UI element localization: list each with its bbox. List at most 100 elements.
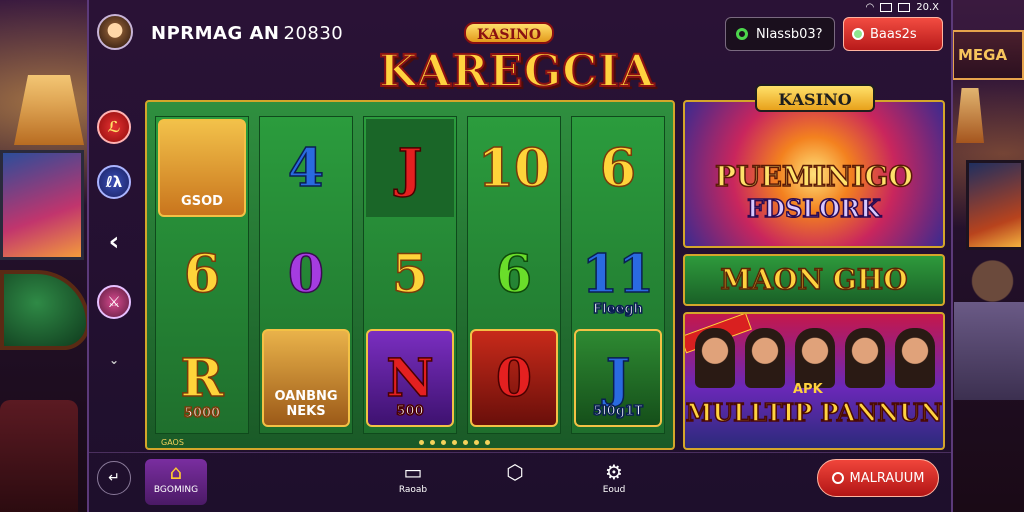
- status-pill[interactable]: Nlassb03?: [725, 17, 835, 51]
- promo-title: MULLTIP PANNUN: [685, 397, 943, 428]
- symbol-caption: GSOD: [181, 194, 223, 209]
- top-action-button[interactable]: Baas2s: [843, 17, 943, 51]
- symbol-caption: 5000: [183, 405, 221, 422]
- slot-machine-grid[interactable]: GSOD 6 R 5000 4 0 OANBNG NEKS J 5 N 500 …: [145, 100, 675, 450]
- reel-2: 4 0 OANBNG NEKS: [259, 116, 353, 434]
- bottom-nav: ↵ ⌂ BGOMING ▭ Raoab ⬡ ⚙ Eoud MALRAUUM: [89, 452, 951, 512]
- slot-symbol[interactable]: 4: [262, 119, 350, 217]
- nav-item-3[interactable]: ⬡: [484, 459, 546, 505]
- background-chair: [0, 400, 78, 512]
- game-logo: KASINO KAREGCIA: [378, 20, 656, 110]
- reel-3: J 5 N 500: [363, 116, 457, 434]
- grid-icon: [880, 2, 893, 12]
- logo-subtitle: KASINO: [464, 22, 554, 44]
- nav-item-2[interactable]: ▭ Raoab: [382, 459, 444, 505]
- nav-item-settings[interactable]: ⚙ Eoud: [583, 459, 645, 505]
- rail-button-1[interactable]: ℒ: [97, 110, 131, 144]
- back-chevron-icon[interactable]: ‹: [97, 225, 131, 259]
- slot-symbol[interactable]: 11 Fleegh: [574, 225, 662, 323]
- hexagon-icon: ⬡: [506, 460, 524, 484]
- background-screen-right: [966, 160, 1024, 250]
- title-number: 20830: [283, 23, 344, 44]
- status-bar: ◠ 20.X: [866, 0, 940, 14]
- record-icon: [831, 472, 844, 484]
- character-image: [695, 328, 735, 388]
- reel-4: 10 6 0: [467, 116, 561, 434]
- background-screen: [0, 150, 84, 260]
- page-dot[interactable]: [419, 440, 424, 445]
- nav-label: BGOMING: [153, 485, 199, 495]
- slot-footer-label: GAOS: [161, 438, 184, 447]
- page-dot[interactable]: [430, 440, 435, 445]
- symbol-caption: OANBNG NEKS: [274, 389, 338, 419]
- symbol-glyph: R: [180, 347, 225, 410]
- promo-title: PUEMINIGO: [714, 159, 913, 194]
- slot-symbol[interactable]: OANBNG NEKS: [262, 329, 350, 427]
- reel-1: GSOD 6 R 5000: [155, 116, 249, 434]
- page-dot[interactable]: [452, 440, 457, 445]
- promo-banner-2[interactable]: MAON GHO: [683, 254, 945, 306]
- page-dot[interactable]: [485, 440, 490, 445]
- rail-button-4[interactable]: ⚔: [97, 285, 131, 319]
- reel-5: 6 11 Fleegh J 5l0g1T: [571, 116, 665, 434]
- avatar[interactable]: [97, 14, 133, 50]
- exit-icon[interactable]: ↵: [97, 461, 131, 495]
- chevron-down-icon[interactable]: ⌄: [97, 343, 131, 377]
- app-window: ◠ 20.X NPRMAG AN 20830 Nlassb03? Baas2s K…: [87, 0, 953, 512]
- slot-symbol[interactable]: J 5l0g1T: [574, 329, 662, 427]
- page-indicator: [419, 440, 490, 445]
- promo-badge: KASINO: [755, 84, 875, 112]
- character-image: [745, 328, 785, 388]
- status-pill-label: Nlassb03?: [756, 26, 823, 42]
- symbol-glyph: 11: [581, 243, 655, 306]
- symbol-caption: 500: [396, 403, 425, 420]
- slot-symbol[interactable]: N 500: [366, 329, 454, 427]
- page-title: NPRMAG AN 20830: [151, 23, 343, 44]
- cta-label: MALRAUUM: [849, 470, 925, 486]
- character-image: [795, 328, 835, 388]
- promo-banner-1[interactable]: KASINO PUEMINIGO FDSLORK: [683, 84, 945, 248]
- logo-title: KAREGCIA: [378, 45, 656, 98]
- online-dot-icon: [736, 28, 748, 40]
- home-icon: ⌂: [169, 460, 183, 484]
- gear-icon: ⚙: [605, 460, 623, 484]
- wifi-icon: ◠: [865, 1, 875, 13]
- slot-symbol[interactable]: 6: [158, 225, 246, 323]
- nav-label: Raoab: [398, 485, 428, 495]
- slot-symbol[interactable]: 0: [262, 225, 350, 323]
- page-dot[interactable]: [463, 440, 468, 445]
- symbol-caption: 5l0g1T: [592, 403, 643, 420]
- neon-sign-text: MEGA: [958, 46, 1008, 64]
- symbol-glyph: N: [385, 347, 434, 410]
- slot-symbol[interactable]: R 5000: [158, 329, 246, 427]
- slot-symbol[interactable]: 5: [366, 225, 454, 323]
- background-player: [954, 260, 1024, 400]
- page-dot[interactable]: [474, 440, 479, 445]
- character-image: [845, 328, 885, 388]
- top-action-label: Baas2s: [870, 26, 917, 42]
- slot-symbol[interactable]: 6: [470, 225, 558, 323]
- symbol-caption: Fleegh: [592, 301, 643, 318]
- nav-label: Eoud: [602, 485, 626, 495]
- left-rail: ℒ ℓλ ‹ ⚔ ⌄: [89, 95, 141, 455]
- battery-icon: [898, 2, 911, 12]
- slot-symbol[interactable]: J: [366, 119, 454, 217]
- title-text: NPRMAG AN: [151, 23, 280, 44]
- slot-symbol[interactable]: 0: [470, 329, 558, 427]
- promo-subtitle: FDSLORK: [746, 193, 881, 224]
- nav-item-home[interactable]: ⌂ BGOMING: [145, 459, 207, 505]
- cta-button[interactable]: MALRAUUM: [817, 459, 939, 497]
- rail-button-2[interactable]: ℓλ: [97, 165, 131, 199]
- symbol-glyph: J: [605, 347, 631, 410]
- slot-symbol[interactable]: GSOD: [158, 119, 246, 217]
- promo-banner-3[interactable]: APK MULLTIP PANNUN: [683, 312, 945, 450]
- page-dot[interactable]: [441, 440, 446, 445]
- character-image: [895, 328, 935, 388]
- plus-icon: [852, 28, 864, 40]
- slot-symbol[interactable]: 10: [470, 119, 558, 217]
- promo-apk-label: APK: [793, 382, 823, 397]
- status-label: 20.X: [916, 1, 939, 13]
- card-icon: ▭: [403, 460, 423, 484]
- slot-symbol[interactable]: 6: [574, 119, 662, 217]
- background-neon-sign: MEGA: [952, 30, 1024, 80]
